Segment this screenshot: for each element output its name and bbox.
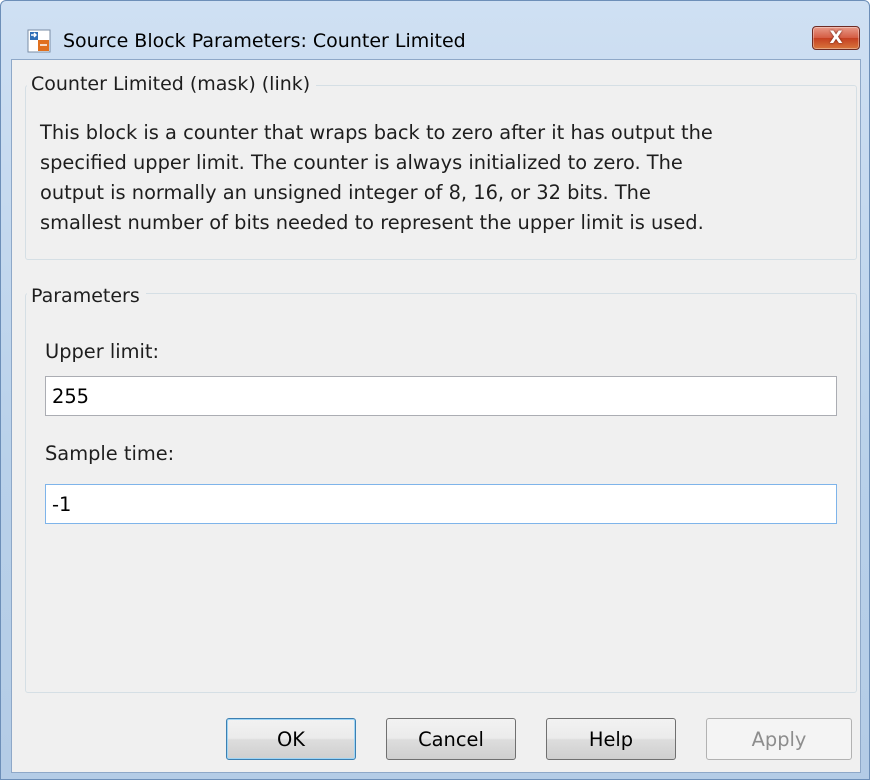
window-title: Source Block Parameters: Counter Limited [63,30,466,52]
sample-time-input[interactable] [45,484,837,524]
simulink-block-icon[interactable] [27,29,51,53]
upper-limit-input[interactable] [45,376,837,416]
apply-button[interactable]: Apply [706,718,852,760]
upper-limit-label: Upper limit: [45,340,160,363]
title-bar[interactable]: Source Block Parameters: Counter Limited… [1,1,869,59]
description-line: smallest number of bits needed to repres… [40,211,704,234]
sample-time-label: Sample time: [45,442,175,465]
parameters-group-title: Parameters [27,284,146,308]
ok-button[interactable]: OK [226,718,356,760]
cancel-button[interactable]: Cancel [386,718,516,760]
close-button[interactable]: X [812,26,860,50]
description-line: output is normally an unsigned integer o… [40,181,651,204]
description-line: specified upper limit. The counter is al… [40,151,683,174]
help-button[interactable]: Help [546,718,676,760]
description-group-title: Counter Limited (mask) (link) [27,72,317,96]
description-line: This block is a counter that wraps back … [40,121,713,144]
block-description: This block is a counter that wraps back … [40,118,840,238]
dialog-window: Source Block Parameters: Counter Limited… [0,0,870,780]
close-icon: X [829,28,843,48]
dialog-body: Counter Limited (mask) (link) This block… [11,59,861,773]
